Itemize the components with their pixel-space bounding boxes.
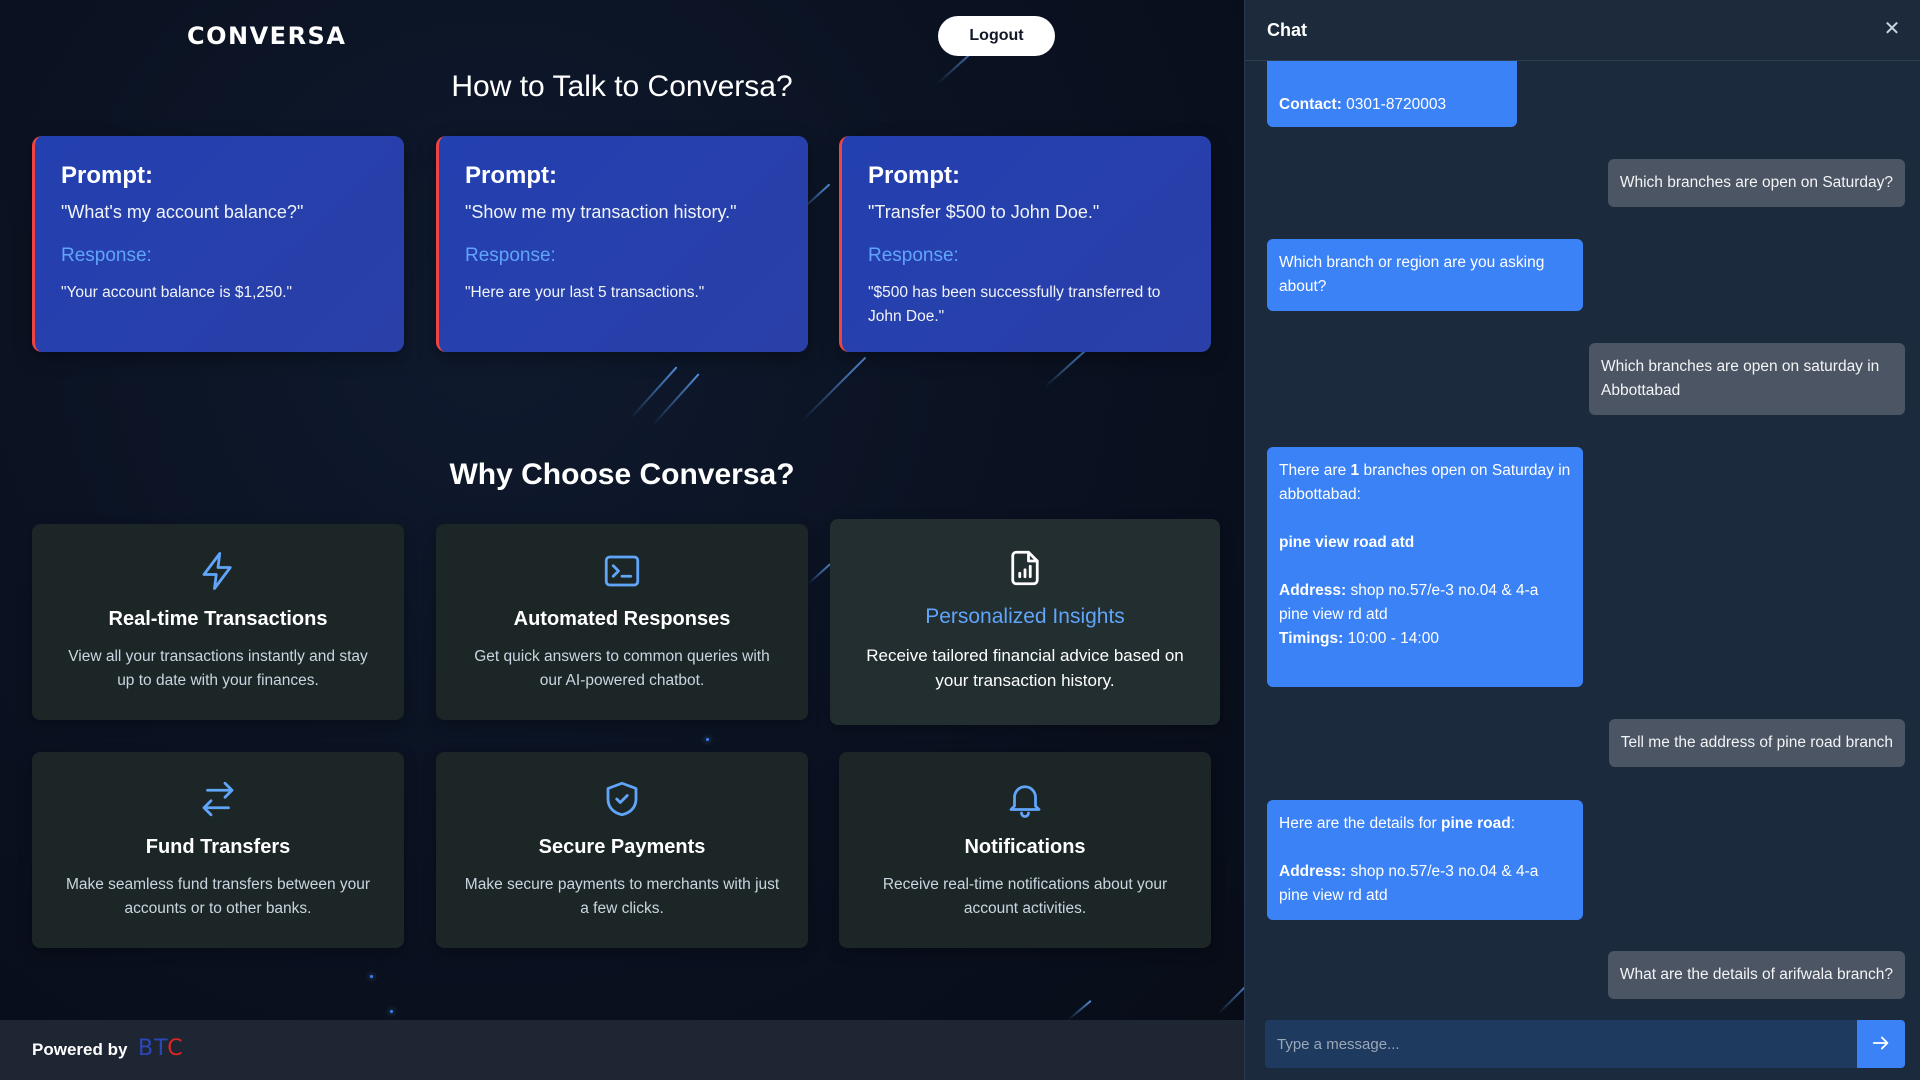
decorative-streak <box>807 563 831 585</box>
chat-header: Chat ✕ <box>1245 0 1920 61</box>
close-icon[interactable]: ✕ <box>1881 18 1903 40</box>
feature-card-automated: Automated Responses Get quick answers to… <box>436 524 808 720</box>
response-text: "Your account balance is $1,250." <box>61 284 293 301</box>
user-message: Tell me the address of pine road branch <box>1608 719 1905 767</box>
decorative-streak <box>1044 349 1087 388</box>
bot-message: Which branch or region are you asking ab… <box>1267 239 1583 311</box>
feature-description: Make seamless fund transfers between you… <box>65 876 371 917</box>
shield-check-icon <box>436 778 808 820</box>
prompt-card: Prompt: "Show me my transaction history.… <box>436 136 808 352</box>
arrows-exchange-icon <box>32 778 404 820</box>
response-label: Response: <box>61 245 152 266</box>
address-label: Address: <box>1279 863 1347 880</box>
feature-card-fund-transfers: Fund Transfers Make seamless fund transf… <box>32 752 404 948</box>
logout-button[interactable]: Logout <box>938 16 1055 56</box>
branch-name: pine view road atd <box>1279 534 1415 551</box>
chat-composer <box>1265 1020 1905 1068</box>
prompt-label: Prompt: <box>868 162 960 189</box>
prompt-label: Prompt: <box>61 162 153 189</box>
response-text: "Here are your last 5 transactions." <box>465 284 705 301</box>
btc-logo-text: BTC <box>138 1036 184 1061</box>
timings-label: Timings: <box>1279 630 1344 647</box>
feature-description: Make secure payments to merchants with j… <box>464 876 780 917</box>
decorative-streak <box>801 356 867 422</box>
feature-description: Get quick answers to common queries with… <box>474 648 770 689</box>
user-message: What are the details of arifwala branch? <box>1607 951 1905 999</box>
btc-logo-accent: C <box>167 1036 184 1061</box>
decorative-streak <box>1217 981 1244 1015</box>
feature-description: Receive real-time notifications about yo… <box>882 876 1168 917</box>
how-to-title: How to Talk to Conversa? <box>451 70 793 103</box>
feature-card-notifications: Notifications Receive real-time notifica… <box>839 752 1211 948</box>
feature-description: Receive tailored financial advice based … <box>866 646 1184 690</box>
contact-value: 0301-8720003 <box>1346 96 1447 113</box>
prompt-label: Prompt: <box>465 162 557 189</box>
branch-count: 1 <box>1350 462 1360 479</box>
document-chart-icon <box>830 547 1220 589</box>
send-button[interactable] <box>1857 1020 1905 1068</box>
chat-title: Chat <box>1267 20 1307 40</box>
bot-message: Here are the details for pine road: Addr… <box>1267 800 1583 920</box>
feature-card-real-time: Real-time Transactions View all your tra… <box>32 524 404 720</box>
decorative-star <box>390 1010 393 1013</box>
feature-card-secure-payments: Secure Payments Make secure payments to … <box>436 752 808 948</box>
prompt-text: "What's my account balance?" <box>61 202 304 222</box>
prompt-text: "Transfer $500 to John Doe." <box>868 202 1100 222</box>
response-text: "$500 has been successfully transferred … <box>868 284 1161 325</box>
bot-message: Contact: 0301-8720003 <box>1267 61 1517 127</box>
feature-title: Notifications <box>964 836 1086 858</box>
details-suffix: : <box>1510 815 1516 832</box>
details-prefix: Here are the details for <box>1279 815 1437 832</box>
address-label: Address: <box>1279 582 1347 599</box>
feature-title: Personalized Insights <box>925 605 1125 628</box>
decorative-streak <box>1067 999 1092 1021</box>
lightning-icon <box>32 550 404 592</box>
response-label: Response: <box>868 245 959 266</box>
decorative-streak <box>629 366 678 420</box>
feature-title: Fund Transfers <box>145 836 291 858</box>
prompt-card: Prompt: "What's my account balance?" Res… <box>32 136 404 352</box>
feature-title: Secure Payments <box>538 836 706 858</box>
branch-count-line: There are 1 branches open on Saturday in… <box>1279 459 1571 507</box>
feature-title: Automated Responses <box>513 608 731 630</box>
main-area: CONVERSA Logout How to Talk to Conversa?… <box>0 0 1244 1080</box>
chat-messages[interactable]: Contact: 0301-8720003 Which branches are… <box>1245 61 1920 1005</box>
btc-logo: BTC <box>138 1036 184 1061</box>
footer: Powered by BTC <box>0 1020 1244 1080</box>
details-branch-name: pine road <box>1440 815 1511 832</box>
brand-logo: CONVERSA <box>187 22 347 50</box>
user-message: Which branches are open on saturday in A… <box>1589 343 1905 415</box>
terminal-icon <box>436 550 808 592</box>
prompt-card: Prompt: "Transfer $500 to John Doe." Res… <box>839 136 1211 352</box>
bell-icon <box>839 778 1211 820</box>
contact-label: Contact: <box>1279 96 1342 113</box>
arrow-right-icon <box>1870 1036 1892 1057</box>
user-message: Which branches are open on Saturday? <box>1607 159 1905 207</box>
feature-description: View all your transactions instantly and… <box>68 648 368 689</box>
decorative-star <box>370 975 373 978</box>
feature-title: Real-time Transactions <box>108 608 328 630</box>
timings-value: 10:00 - 14:00 <box>1347 630 1439 647</box>
count-prefix: There are <box>1279 462 1347 479</box>
response-label: Response: <box>465 245 556 266</box>
feature-card-insights: Personalized Insights Receive tailored f… <box>830 519 1220 725</box>
powered-by-label: Powered by <box>32 1040 128 1059</box>
chat-panel: Chat ✕ Contact: 0301-8720003 Which branc… <box>1244 0 1920 1080</box>
bot-message: There are 1 branches open on Saturday in… <box>1267 447 1583 687</box>
message-input[interactable] <box>1265 1020 1857 1068</box>
decorative-streak <box>651 373 700 427</box>
why-choose-title: Why Choose Conversa? <box>449 458 795 491</box>
decorative-star <box>706 738 709 741</box>
prompt-text: "Show me my transaction history." <box>465 202 737 222</box>
